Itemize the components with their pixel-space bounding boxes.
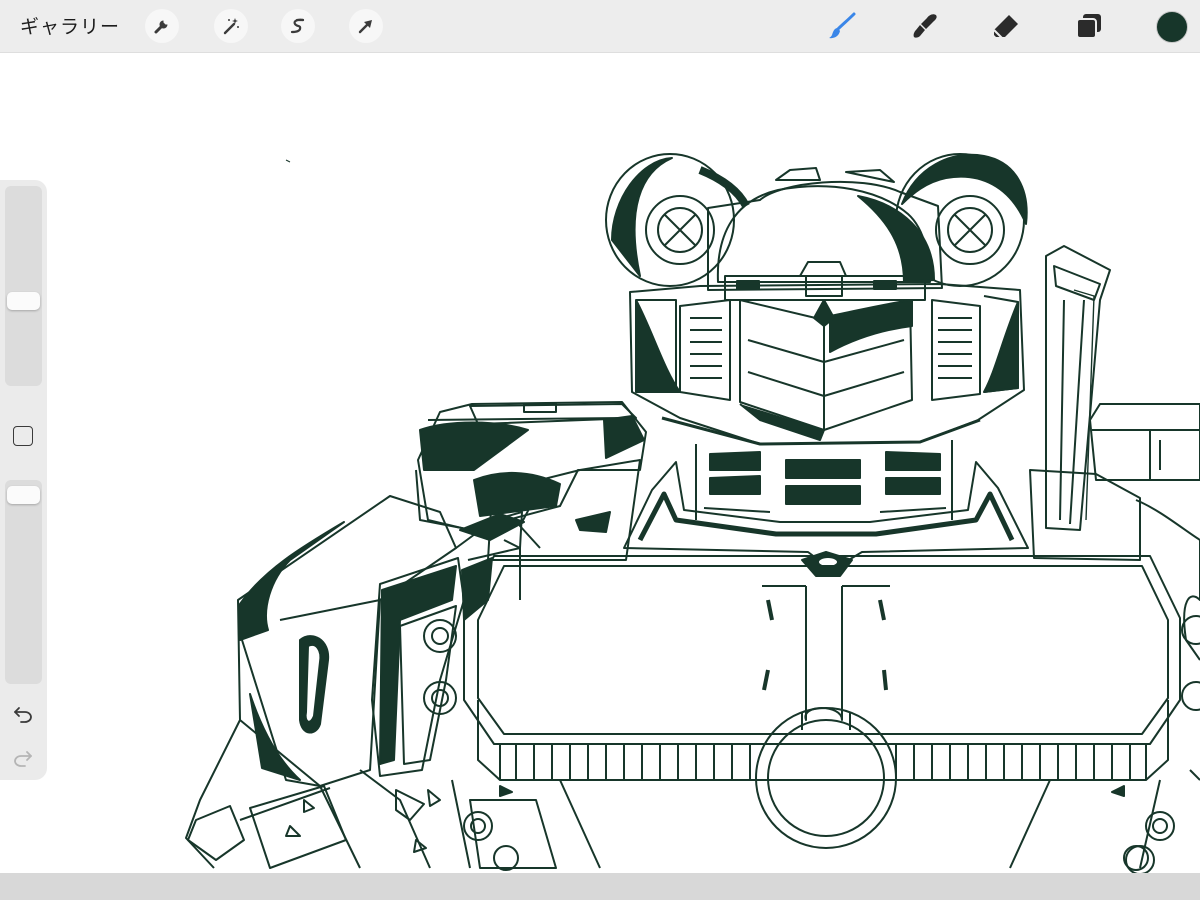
- actions-button[interactable]: [145, 9, 179, 43]
- transform-arrow-icon: [358, 20, 372, 34]
- gallery-button[interactable]: ギャラリー: [20, 12, 120, 39]
- left-shoulder: [415, 401, 647, 531]
- brush-tool-button[interactable]: [826, 10, 858, 42]
- transform-button[interactable]: [349, 9, 383, 43]
- selection-icon: [290, 18, 305, 34]
- wrench-icon: [154, 20, 168, 34]
- head-dome: [707, 167, 943, 301]
- back-panel: [1045, 245, 1111, 531]
- smudge-icon: [913, 14, 937, 38]
- neck: [695, 440, 953, 520]
- magic-wand-icon: [223, 18, 239, 35]
- color-swatch-button[interactable]: [1156, 11, 1188, 43]
- smudge-tool-button[interactable]: [909, 10, 941, 42]
- drawing-canvas[interactable]: [0, 53, 1200, 873]
- robot-artwork: [185, 153, 1200, 873]
- selection-button[interactable]: [281, 9, 315, 43]
- head-face: [629, 283, 1025, 446]
- top-toolbar: ギャラリー: [0, 0, 1200, 53]
- layers-icon: [1076, 14, 1101, 39]
- canvas-speck: [285, 159, 291, 163]
- eraser-icon: [993, 15, 1018, 40]
- collar: [623, 461, 1029, 577]
- layers-button[interactable]: [1073, 10, 1105, 42]
- right-shoulder: [1089, 403, 1200, 781]
- head-ear-left: [605, 153, 750, 287]
- bottom-bar: [0, 873, 1200, 900]
- brush-icon: [829, 12, 856, 39]
- eraser-tool-button[interactable]: [990, 10, 1022, 42]
- adjustments-button[interactable]: [214, 9, 248, 43]
